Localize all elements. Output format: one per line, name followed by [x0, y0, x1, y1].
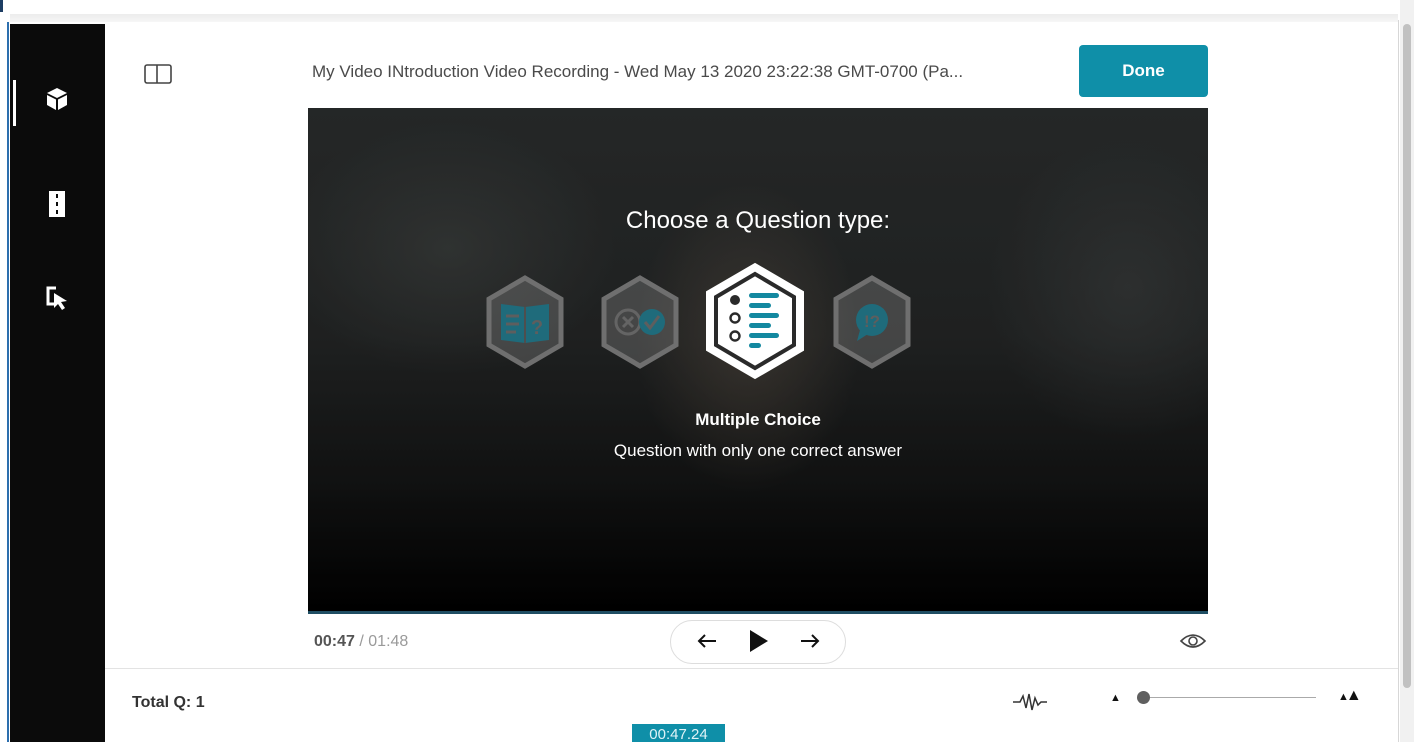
- duration: 01:48: [368, 633, 409, 650]
- film-strip-icon: [49, 190, 65, 222]
- next-button[interactable]: [795, 629, 825, 657]
- playhead-time-marker[interactable]: 00:47.24: [632, 724, 725, 742]
- video-player[interactable]: Choose a Question type: ? !? Multiple Ch…: [308, 108, 1208, 614]
- panel-toggle-button[interactable]: [144, 63, 172, 89]
- current-time: 00:47: [314, 633, 355, 650]
- sidebar-item-quiz[interactable]: [32, 76, 82, 126]
- waveform-icon: [1012, 693, 1048, 718]
- eye-icon: [1179, 632, 1207, 655]
- timeline-divider: [105, 668, 1398, 669]
- selected-type-description: Question with only one correct answer: [613, 441, 903, 460]
- question-type-reflection[interactable]: ?: [483, 274, 567, 370]
- speech-bubble-exclamation-question-icon: !?: [830, 274, 914, 370]
- done-button[interactable]: Done: [1079, 45, 1208, 97]
- previous-button[interactable]: [692, 629, 722, 657]
- playback-controls: [670, 620, 846, 664]
- open-book-question-icon: ?: [483, 274, 567, 370]
- play-icon: [749, 629, 769, 658]
- true-false-icon: [598, 274, 682, 370]
- video-title: My Video INtroduction Video Recording - …: [312, 62, 964, 81]
- preview-button[interactable]: [1177, 631, 1209, 655]
- time-readout: 00:47 / 01:48: [314, 633, 408, 651]
- right-border: [1398, 20, 1399, 742]
- cube-icon: [46, 87, 68, 116]
- top-shade: [10, 14, 1398, 22]
- arrow-left-icon: [697, 633, 717, 654]
- zoom-out-icon[interactable]: ▲: [1110, 692, 1121, 704]
- zoom-slider[interactable]: [1140, 697, 1316, 698]
- zoom-in-icon[interactable]: ▲▲: [1338, 687, 1362, 705]
- scrollbar-thumb[interactable]: [1403, 24, 1411, 688]
- left-border: [7, 22, 9, 742]
- cursor-click-icon: [44, 284, 70, 315]
- total-questions: Total Q: 1: [132, 694, 205, 711]
- question-type-heading: Choose a Question type:: [625, 207, 891, 234]
- selected-type-name: Multiple Choice: [695, 410, 821, 429]
- question-type-multiple-choice[interactable]: [702, 260, 808, 382]
- video-progress-line: [308, 611, 1208, 614]
- question-type-true-false[interactable]: [598, 274, 682, 370]
- question-type-open-question[interactable]: !?: [830, 274, 914, 370]
- time-separator: /: [354, 633, 369, 650]
- zoom-slider-thumb[interactable]: [1137, 691, 1150, 704]
- multiple-choice-list-icon: [702, 260, 808, 382]
- play-button[interactable]: [744, 629, 774, 657]
- panel-toggle-icon: [144, 63, 172, 89]
- page-scrollbar[interactable]: [1400, 0, 1414, 742]
- top-strip: [0, 0, 1414, 24]
- sidebar-rail: [10, 24, 105, 742]
- sidebar-item-chapters[interactable]: [32, 181, 82, 231]
- active-indicator: [13, 80, 16, 126]
- edge-marker: [0, 0, 3, 12]
- sidebar-item-hotspots[interactable]: [32, 274, 82, 324]
- svg-text:!?: !?: [864, 312, 880, 331]
- waveform-toggle[interactable]: [1012, 690, 1048, 714]
- arrow-right-icon: [800, 633, 820, 654]
- svg-text:?: ?: [531, 317, 543, 339]
